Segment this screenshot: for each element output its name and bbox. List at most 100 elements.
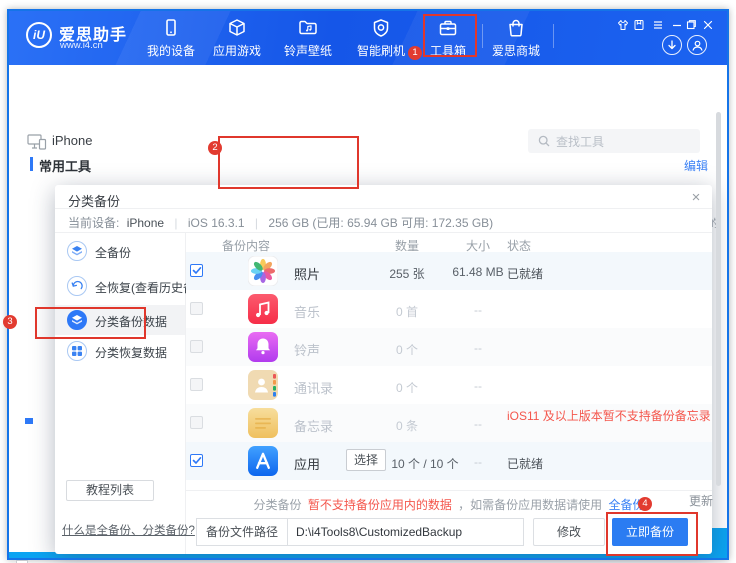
section-title: 常用工具 <box>39 159 92 174</box>
device-info-storage: 256 GB (已用: 65.94 GB 可用: 172.35 GB) <box>268 216 494 230</box>
page-scrollbar[interactable] <box>716 112 721 486</box>
row-size: -- <box>474 379 482 393</box>
user-icon[interactable] <box>687 35 707 55</box>
backup-path-label: 备份文件路径 <box>196 518 288 546</box>
photos-icon <box>247 255 279 287</box>
device-info-name: iPhone <box>126 216 165 230</box>
download-icon[interactable] <box>662 35 682 55</box>
row-checkbox[interactable] <box>190 378 203 391</box>
bookmark-page-icon[interactable] <box>633 18 645 30</box>
device-info-os: iOS 16.3.1 <box>187 216 245 230</box>
row-name: 音乐 <box>294 305 321 320</box>
nav-label: 铃声壁纸 <box>283 44 332 58</box>
tutorial-list-button[interactable]: 教程列表 <box>66 480 154 501</box>
nav-tab-smart-flash[interactable]: 智能刷机 <box>348 16 414 59</box>
row-size: -- <box>474 341 482 355</box>
app-window: iU 爱思助手 www.i4.cn 我的设备 应用游戏 铃声壁纸 智能刷机 工具… <box>3 9 729 563</box>
nav-label: 工具箱 <box>429 44 466 58</box>
sidebar-item-full-backup[interactable]: 全备份 <box>95 244 131 261</box>
backup-now-button[interactable]: 立即备份 <box>612 518 688 546</box>
search-icon <box>538 135 550 147</box>
separator: | <box>254 216 259 230</box>
sidebar-item-category-backup[interactable]: 分类备份数据 <box>95 313 167 330</box>
device-name: iPhone <box>52 133 93 148</box>
nav-label: 我的设备 <box>146 44 195 58</box>
hidden-section-marker <box>25 418 33 424</box>
full-backup-icon <box>67 241 87 261</box>
nav-tab-toolbox[interactable]: 工具箱 <box>415 16 481 59</box>
notice-prefix: 分类备份 <box>253 498 302 512</box>
maximize-icon[interactable] <box>685 18 697 30</box>
full-restore-icon <box>67 276 87 296</box>
topbar: iU 爱思助手 www.i4.cn 我的设备 应用游戏 铃声壁纸 智能刷机 工具… <box>7 9 729 65</box>
appstore-icon <box>248 446 278 476</box>
row-checkbox[interactable] <box>190 454 203 467</box>
notice-middle: ，如需备份应用数据请使用 <box>458 498 603 512</box>
divider <box>55 208 712 209</box>
divider <box>55 232 712 233</box>
row-checkbox[interactable] <box>190 264 203 277</box>
nav-tab-app-games[interactable]: 应用游戏 <box>204 16 270 59</box>
divider <box>186 490 712 491</box>
edit-link[interactable]: 编辑 <box>684 157 708 174</box>
device-info: 当前设备: iPhone | iOS 16.3.1 | 256 GB (已用: … <box>68 214 493 231</box>
search-input[interactable]: 查找工具 <box>528 129 700 153</box>
nav-tab-i4-mall[interactable]: 爱思商城 <box>483 16 549 59</box>
row-checkbox[interactable] <box>190 302 203 315</box>
sidebar-item-category-restore[interactable]: 分类恢复数据 <box>95 344 167 361</box>
backup-notice: 分类备份 暂不支持备份应用内的数据 ，如需备份应用数据请使用 全备份 <box>186 496 712 513</box>
section-marker <box>30 157 33 171</box>
music-icon <box>248 294 278 324</box>
cube-icon <box>204 16 270 40</box>
theme-icon[interactable] <box>617 18 629 30</box>
annotation-step-4: 4 <box>638 497 652 511</box>
nav-divider <box>553 24 554 48</box>
notice-warning: 暂不支持备份应用内的数据 <box>307 498 452 512</box>
app-url: www.i4.cn <box>60 40 103 51</box>
device-icon <box>27 134 47 155</box>
row-checkbox[interactable] <box>190 416 203 429</box>
search-placeholder: 查找工具 <box>556 134 605 149</box>
annotation-step-2: 2 <box>208 141 222 155</box>
shopping-bag-icon <box>483 16 549 40</box>
row-name: 备忘录 <box>294 419 334 434</box>
backup-help-link[interactable]: 什么是全备份、分类备份? <box>62 522 195 538</box>
menu-icon[interactable] <box>652 18 664 30</box>
shield-icon <box>348 16 414 40</box>
notes-icon <box>248 408 278 438</box>
annotation-step-3: 3 <box>3 315 17 329</box>
row-status: 已就绪 <box>507 457 544 471</box>
phone-icon <box>138 16 204 40</box>
row-name: 照片 <box>294 267 321 282</box>
row-status: 已就绪 <box>507 267 544 281</box>
row-name: 铃声 <box>294 343 321 358</box>
backup-path-input[interactable]: D:\i4Tools8\CustomizedBackup <box>287 518 524 546</box>
minimize-icon[interactable] <box>671 18 683 30</box>
nav-label: 智能刷机 <box>356 44 405 58</box>
row-checkbox[interactable] <box>190 340 203 353</box>
nav-tab-my-devices[interactable]: 我的设备 <box>138 16 204 59</box>
separator: | <box>174 216 178 230</box>
toolbox-icon <box>415 16 481 40</box>
row-name: 通讯录 <box>294 381 334 396</box>
nav-label: 应用游戏 <box>212 44 261 58</box>
update-link[interactable]: 更新 <box>689 492 713 509</box>
dialog-close-icon[interactable]: × <box>685 188 707 208</box>
row-name: 应用 <box>294 457 321 472</box>
contacts-icon <box>248 370 278 400</box>
row-status: iOS11 及以上版本暂不支持备份备忘录 <box>507 409 711 423</box>
category-restore-icon <box>67 341 87 361</box>
modify-path-button[interactable]: 修改 <box>533 518 605 546</box>
i4-logo-icon: iU <box>26 22 52 48</box>
device-info-label: 当前设备: <box>68 216 120 230</box>
ringtone-icon <box>248 332 278 362</box>
folder-music-icon <box>275 16 341 40</box>
screenshot-stage: iU 爱思助手 www.i4.cn 我的设备 应用游戏 铃声壁纸 智能刷机 工具… <box>0 0 736 563</box>
category-backup-dialog: 分类备份 × 当前设备: iPhone | iOS 16.3.1 | 256 G… <box>55 185 712 554</box>
nav-tab-ringtones-wallpapers[interactable]: 铃声壁纸 <box>275 16 341 59</box>
row-size: -- <box>474 303 482 317</box>
nav-divider <box>482 24 483 48</box>
category-backup-icon <box>67 310 87 330</box>
close-icon[interactable] <box>702 18 714 30</box>
annotation-step-1: 1 <box>408 46 422 60</box>
